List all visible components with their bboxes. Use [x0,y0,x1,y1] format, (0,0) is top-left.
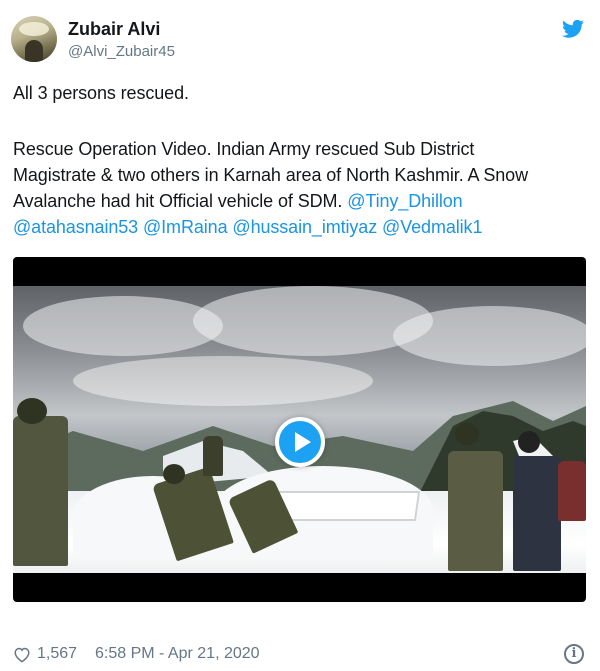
tweet-text-line-2: Rescue Operation Video. Indian Army resc… [13,139,475,159]
tweet-text-line-1: All 3 persons rescued. [13,83,189,103]
author-name[interactable]: Zubair Alvi [68,19,160,40]
avatar-sky [19,22,49,36]
twitter-bird-icon[interactable] [562,19,584,39]
cloud [393,306,586,366]
person-figure [513,456,561,571]
tweet-footer: 1,567 6:58 PM - Apr 21, 2020 i [13,644,588,666]
like-count[interactable]: 1,567 [37,645,77,663]
play-icon[interactable] [275,417,325,467]
author-handle[interactable]: @Alvi_Zubair45 [68,43,175,60]
avatar-figure [25,40,43,62]
person-head [518,431,540,453]
tweet-card: Zubair Alvi @Alvi_Zubair45 All 3 persons… [0,0,600,671]
soldier-figure [448,451,503,571]
soldier-head [455,423,479,445]
info-icon[interactable]: i [564,644,584,664]
cloud [193,286,433,356]
tweet-text-line-3: Magistrate & two others in Karnah area o… [13,165,528,185]
cloud [23,296,223,356]
person-figure [558,461,586,521]
video-player[interactable] [13,257,586,602]
soldier-head [163,464,185,484]
soldier-figure [203,436,223,476]
heart-icon[interactable] [13,646,31,663]
tweet-text-line-4: Avalanche had hit Official vehicle of SD… [13,191,463,212]
mention-link[interactable]: @Vedmalik1 [382,217,482,237]
mention-link[interactable]: @ImRaina [143,217,228,237]
soldier-figure [13,416,68,566]
tweet-text-segment: Avalanche had hit Official vehicle of SD… [13,191,348,211]
tweet-timestamp[interactable]: 6:58 PM - Apr 21, 2020 [95,645,260,663]
mention-link[interactable]: @Tiny_Dhillon [347,191,462,211]
mention-link[interactable]: @hussain_imtiyaz [232,217,377,237]
mention-link[interactable]: @atahasnain53 [13,217,138,237]
tweet-text-line-5: @atahasnain53 @ImRaina @hussain_imtiyaz … [13,217,482,238]
avatar[interactable] [11,16,57,62]
soldier-head [17,398,47,424]
